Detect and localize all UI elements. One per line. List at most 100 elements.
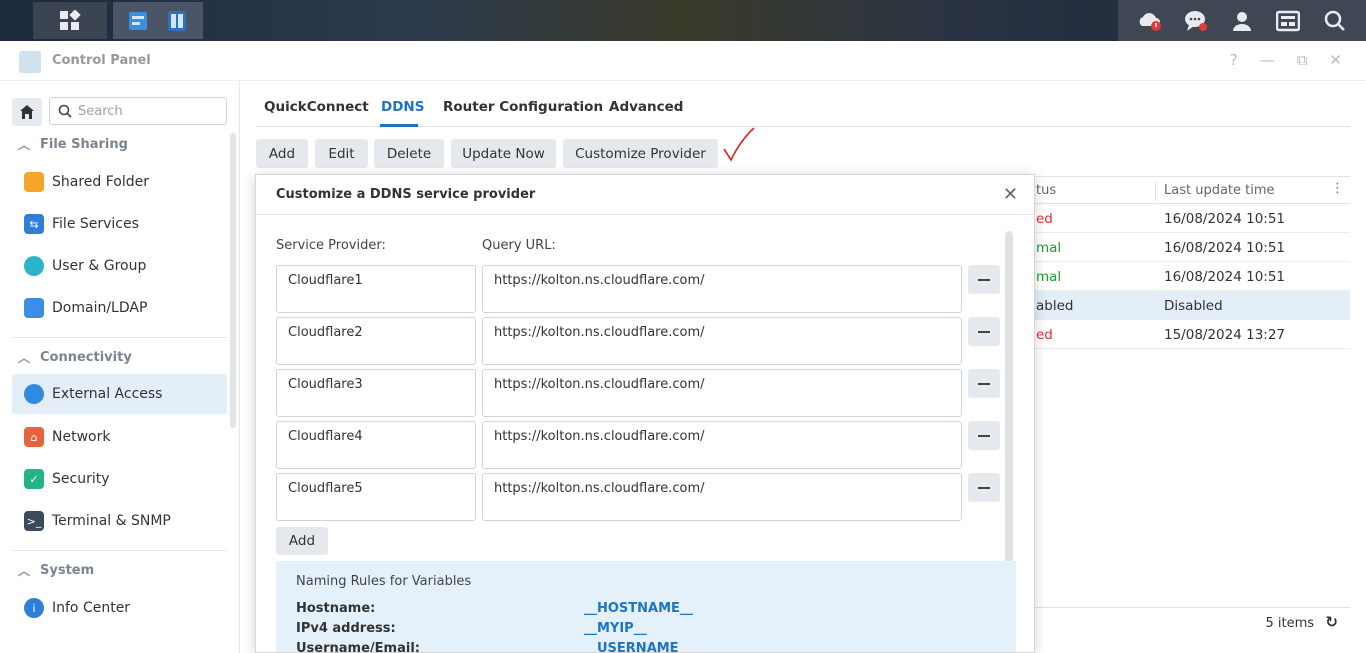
provider-name-field[interactable]: Cloudflare4 <box>276 421 476 469</box>
remove-provider-button[interactable] <box>968 317 1000 346</box>
query-url-field[interactable]: https://kolton.ns.cloudflare.com/ <box>482 317 962 365</box>
dialog-header: Customize a DDNS service provider ✕ <box>256 175 1034 215</box>
provider-name-field[interactable]: Cloudflare3 <box>276 369 476 417</box>
sidebar-item-terminal-snmp[interactable]: >_ Terminal & SNMP <box>12 501 227 541</box>
status-cell: mal <box>1036 269 1062 285</box>
active-tab-indicator <box>380 124 418 127</box>
sidebar-item-label: Security <box>52 471 110 487</box>
remove-provider-button[interactable] <box>968 421 1000 450</box>
sidebar-item-user-group[interactable]: User & Group <box>12 246 227 286</box>
provider-name-field[interactable]: Cloudflare2 <box>276 317 476 365</box>
remove-provider-button[interactable] <box>968 265 1000 294</box>
column-status[interactable]: tus <box>1036 183 1056 198</box>
tab-quickconnect[interactable]: QuickConnect <box>264 99 369 115</box>
search-box[interactable] <box>49 97 227 125</box>
query-url-field[interactable]: https://kolton.ns.cloudflare.com/ <box>482 265 962 313</box>
edit-button[interactable]: Edit <box>315 139 368 168</box>
search-icon[interactable] <box>1322 8 1348 34</box>
rule-label-username: Username/Email: <box>296 641 420 653</box>
dialog-title: Customize a DDNS service provider <box>276 187 536 202</box>
network-icon: ⌂ <box>24 427 44 447</box>
status-cell: abled <box>1036 298 1074 314</box>
delete-button[interactable]: Delete <box>374 139 444 168</box>
close-icon[interactable]: ✕ <box>1003 184 1018 205</box>
info-icon: i <box>24 598 44 618</box>
restore-icon[interactable]: ⧉ <box>1297 51 1308 69</box>
divider <box>12 550 227 551</box>
query-url-field[interactable]: https://kolton.ns.cloudflare.com/ <box>482 421 962 469</box>
table-footer: 5 items ↻ <box>1030 607 1350 637</box>
section-system[interactable]: ︿ System <box>12 558 227 582</box>
home-button[interactable] <box>12 98 42 126</box>
item-count: 5 items <box>1265 616 1314 631</box>
column-last-update[interactable]: Last update time <box>1164 183 1275 198</box>
customize-provider-dialog: Customize a DDNS service provider ✕ Serv… <box>255 174 1035 653</box>
provider-name-field[interactable]: Cloudflare1 <box>276 265 476 313</box>
window-titlebar: Control Panel ? — ⧉ ✕ <box>0 41 1366 81</box>
sidebar-item-domain-ldap[interactable]: Domain/LDAP <box>12 288 227 328</box>
remove-provider-button[interactable] <box>968 473 1000 502</box>
sidebar-item-external-access[interactable]: External Access <box>12 374 227 414</box>
add-button[interactable]: Add <box>256 139 308 168</box>
sidebar-item-label: User & Group <box>52 258 147 274</box>
sidebar-item-label: External Access <box>52 386 163 402</box>
section-file-sharing[interactable]: ︿ File Sharing <box>12 132 227 156</box>
widgets-icon[interactable] <box>1275 8 1301 34</box>
cloud-alert-icon[interactable] <box>1136 8 1162 34</box>
query-url-field[interactable]: https://kolton.ns.cloudflare.com/ <box>482 473 962 521</box>
sidebar-item-label: Network <box>52 429 111 445</box>
provider-name-field[interactable]: Cloudflare5 <box>276 473 476 521</box>
more-vertical-icon[interactable]: ⋮ <box>1331 181 1344 196</box>
taskbar-tray <box>1118 0 1366 41</box>
add-provider-button[interactable]: Add <box>276 527 328 555</box>
chevron-up-icon: ︿ <box>17 350 30 365</box>
table-row[interactable]: mal 16/08/2024 10:51 <box>1030 233 1350 262</box>
tab-ddns[interactable]: DDNS <box>381 99 424 115</box>
sidebar-item-security[interactable]: ✓ Security <box>12 459 227 499</box>
minus-icon <box>978 278 990 281</box>
external-access-icon <box>24 384 44 404</box>
window-controls: ? — ⧉ ✕ <box>1230 51 1342 69</box>
sidebar-item-file-services[interactable]: ⇆ File Services <box>12 204 227 244</box>
storage-manager-app-icon[interactable] <box>165 9 189 33</box>
close-icon[interactable]: ✕ <box>1329 51 1342 69</box>
sidebar-item-info-center[interactable]: i Info Center <box>12 588 227 628</box>
update-now-button[interactable]: Update Now <box>451 139 556 168</box>
query-url-field[interactable]: https://kolton.ns.cloudflare.com/ <box>482 369 962 417</box>
sidebar-item-network[interactable]: ⌂ Network <box>12 417 227 457</box>
user-icon[interactable] <box>1229 8 1255 34</box>
customize-provider-button[interactable]: Customize Provider <box>563 139 718 168</box>
sidebar-item-shared-folder[interactable]: Shared Folder <box>12 162 227 202</box>
minimize-icon[interactable]: — <box>1260 51 1275 69</box>
rule-var-username: __USERNAME__ <box>584 641 692 653</box>
search-input[interactable] <box>78 103 218 119</box>
table-row[interactable]: abled Disabled <box>1030 291 1350 320</box>
dialog-scrollbar[interactable] <box>1005 231 1013 576</box>
sidebar-item-label: Domain/LDAP <box>52 300 148 316</box>
table-row[interactable]: mal 16/08/2024 10:51 <box>1030 262 1350 291</box>
chevron-up-icon: ︿ <box>17 137 30 152</box>
tab-advanced[interactable]: Advanced <box>609 99 683 115</box>
control-panel-app-icon[interactable] <box>127 9 151 33</box>
section-connectivity[interactable]: ︿ Connectivity <box>12 345 227 369</box>
sidebar-item-label: Info Center <box>52 600 131 616</box>
table-row[interactable]: ed 16/08/2024 10:51 <box>1030 204 1350 233</box>
main-menu-button[interactable] <box>33 2 107 39</box>
naming-rules-title: Naming Rules for Variables <box>296 574 472 589</box>
window-title: Control Panel <box>52 53 151 68</box>
sidebar-scrollbar[interactable] <box>230 133 236 428</box>
sidebar-item-label: File Services <box>52 216 139 232</box>
chat-icon[interactable] <box>1183 8 1209 34</box>
refresh-icon[interactable]: ↻ <box>1325 613 1338 631</box>
sidebar-item-label: Shared Folder <box>52 174 150 190</box>
search-icon <box>58 104 72 118</box>
rule-var-hostname: __HOSTNAME__ <box>584 601 693 616</box>
table-row[interactable]: ed 15/08/2024 13:27 <box>1030 320 1350 349</box>
chevron-up-icon: ︿ <box>17 563 30 578</box>
remove-provider-button[interactable] <box>968 369 1000 398</box>
rule-label-hostname: Hostname: <box>296 601 376 616</box>
red-checkmark-icon <box>723 127 755 162</box>
help-icon[interactable]: ? <box>1230 51 1238 69</box>
rule-var-ipv4: __MYIP__ <box>584 621 647 636</box>
tab-router-configuration[interactable]: Router Configuration <box>443 99 603 115</box>
